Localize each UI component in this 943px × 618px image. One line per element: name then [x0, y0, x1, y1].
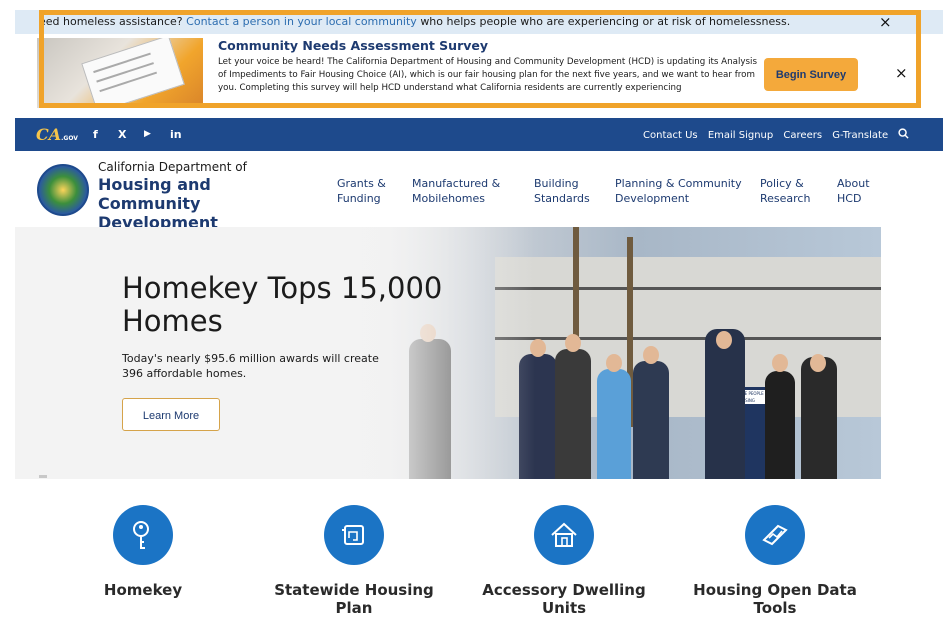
nav-manufactured-mobilehomes[interactable]: Manufactured & Mobilehomes — [412, 176, 507, 206]
tile-label: Statewide Housing Plan — [274, 581, 434, 617]
facebook-icon[interactable]: f — [93, 128, 98, 141]
tile-housing-open-data-tools[interactable]: Housing Open Data Tools — [680, 505, 870, 617]
careers-link[interactable]: Careers — [783, 130, 822, 141]
nav-grants-funding[interactable]: Grants & Funding — [337, 176, 387, 206]
survey-close-button[interactable]: × — [895, 64, 908, 82]
clipboard-image — [81, 38, 185, 108]
tile-statewide-housing-plan[interactable]: Statewide Housing Plan — [259, 505, 449, 617]
nav-building-standards[interactable]: Building Standards — [534, 176, 594, 206]
hero-title: Homekey Tops 15,000 Homes — [122, 271, 443, 338]
blueprint-icon — [324, 505, 384, 565]
hcd-seal-logo[interactable] — [37, 164, 89, 216]
email-signup-link[interactable]: Email Signup — [708, 130, 773, 141]
survey-body: Let your voice be heard! The California … — [218, 57, 757, 93]
survey-title: Community Needs Assessment Survey — [218, 38, 489, 53]
contact-us-link[interactable]: Contact Us — [643, 130, 698, 141]
dept-name-small: California Department of — [98, 160, 247, 174]
tile-accessory-dwelling-units[interactable]: Accessory Dwelling Units — [469, 505, 659, 617]
survey-photo — [37, 38, 203, 108]
alert-close-button[interactable]: × — [879, 10, 892, 34]
tile-homekey[interactable]: Homekey — [48, 505, 238, 599]
house-icon — [534, 505, 594, 565]
alert-contact-link[interactable]: Contact a person in your local community — [186, 15, 417, 28]
nav-policy-research[interactable]: Policy & Research — [760, 176, 815, 206]
utility-bar: CA.GOV f X ▶ in Contact Us Email Signup … — [15, 118, 943, 151]
nav-about-hcd[interactable]: About HCD — [837, 176, 877, 206]
homeless-assistance-alert: eed homeless assistance? Contact a perso… — [15, 10, 943, 34]
ca-gov-logo[interactable]: CA.GOV — [36, 125, 78, 144]
tile-label: Accessory Dwelling Units — [482, 581, 646, 617]
search-icon[interactable] — [898, 128, 909, 141]
carousel-indicator[interactable] — [39, 475, 47, 478]
survey-banner: Community Needs Assessment Survey Let yo… — [15, 34, 943, 118]
nav-planning-community-development[interactable]: Planning & Community Development — [615, 176, 745, 206]
hero-banner: GETTING MORE PEOPLE INTO HOUSING Homekey… — [15, 227, 881, 479]
x-icon[interactable]: X — [118, 128, 126, 141]
key-icon — [113, 505, 173, 565]
begin-survey-button[interactable]: Begin Survey — [764, 58, 858, 91]
utility-links: Contact Us Email Signup Careers G-Transl… — [643, 128, 916, 141]
youtube-icon[interactable]: ▶ — [144, 129, 151, 139]
tile-label: Homekey — [103, 581, 183, 599]
alert-text: eed homeless assistance? Contact a perso… — [39, 15, 791, 28]
site-header: California Department of Housing and Com… — [15, 151, 943, 232]
learn-more-button[interactable]: Learn More — [122, 398, 220, 431]
hero-subtitle: Today's nearly $95.6 million awards will… — [122, 352, 379, 380]
linkedin-icon[interactable]: in — [170, 128, 182, 141]
dept-name-big[interactable]: Housing and Community Development — [98, 175, 308, 232]
tile-label: Housing Open Data Tools — [693, 581, 857, 617]
translate-link[interactable]: G-Translate — [832, 130, 888, 141]
map-chart-icon — [745, 505, 805, 565]
